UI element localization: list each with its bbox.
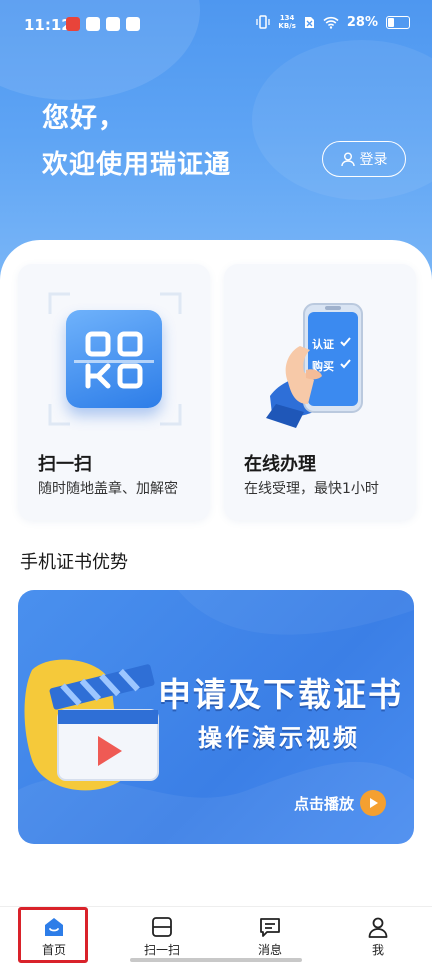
online-service-card[interactable]: 认证 购买 在线办理 在线受理，最快1小时 (224, 264, 416, 520)
network-speed-unit: KB/s (278, 22, 296, 30)
tab-home-highlight-box (18, 907, 88, 963)
tutorial-video-banner[interactable]: 申请及下载证书 操作演示视频 点击播放 (18, 590, 414, 844)
app-notification-icon (126, 17, 140, 31)
battery-percent: 28% (346, 14, 378, 30)
tab-scan[interactable]: 扫一扫 (122, 907, 202, 964)
login-label: 登录 (359, 152, 388, 168)
home-indicator[interactable] (130, 958, 302, 962)
battery-icon (386, 15, 410, 29)
app-notification-icon (66, 17, 80, 31)
vibrate-icon (256, 15, 271, 29)
scan-card[interactable]: 扫一扫 随时随地盖章、加解密 (18, 264, 210, 520)
video-clapper-icon (24, 659, 159, 791)
online-card-title: 在线办理 (244, 454, 316, 475)
status-time: 11:12 (24, 16, 72, 34)
status-bar: 11:12 134 KB/s 28% (0, 0, 432, 52)
qr-code-icon (66, 310, 162, 408)
app-notification-icon (106, 17, 120, 31)
section-title: 手机证书优势 (20, 552, 128, 573)
play-button[interactable]: 点击播放 (294, 790, 387, 816)
play-icon (360, 790, 387, 816)
online-card-subtitle: 在线受理，最快1小时 (244, 481, 379, 497)
tab-me[interactable]: 我 (338, 907, 418, 964)
tab-scan-label: 扫一扫 (143, 943, 180, 957)
scan-card-subtitle: 随时随地盖章、加解密 (38, 481, 178, 497)
status-notification-icons (66, 17, 140, 31)
play-label: 点击播放 (294, 794, 355, 813)
banner-subtitle: 操作演示视频 (198, 724, 360, 752)
tab-messages-label: 消息 (257, 943, 282, 957)
no-sim-icon (304, 16, 314, 28)
user-icon (340, 152, 355, 166)
network-speed-value: 134 (279, 14, 295, 22)
message-icon (260, 918, 280, 937)
banner-title: 申请及下载证书 (158, 675, 403, 714)
profile-icon (368, 917, 388, 938)
network-speed: 134 KB/s (278, 14, 295, 30)
wifi-icon (323, 16, 339, 29)
status-indicators: 134 KB/s 28% (256, 14, 410, 30)
tab-messages[interactable]: 消息 (230, 907, 310, 964)
app-notification-icon (86, 17, 100, 31)
login-button[interactable]: 登录 (322, 141, 406, 177)
greeting-text: 您好， (42, 103, 126, 134)
scan-icon (152, 917, 172, 937)
scan-card-title: 扫一扫 (38, 454, 92, 475)
tab-me-label: 我 (371, 943, 384, 957)
phone-hand-illustration: 认证 购买 (266, 303, 363, 428)
phone-line1: 认证 (312, 337, 334, 351)
welcome-text: 欢迎使用瑞证通 (42, 150, 232, 180)
